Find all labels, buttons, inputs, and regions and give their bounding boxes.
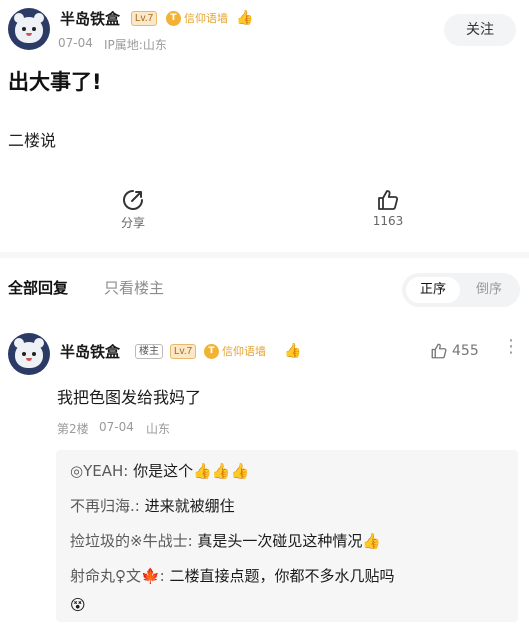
sub-reply-name[interactable]: 不再归海.: [70,497,140,515]
reply-badge-label: 信仰语墙 [222,345,266,358]
sub-reply-name[interactable]: 捡垃圾的※牛战士: [70,532,193,550]
sub-reply[interactable]: 捡垃圾的※牛战士: 真是头一次碰见这种情况👍 [70,530,381,551]
thumbs-up-icon: 👍 [236,10,254,26]
reply-level-badge: Lv.7 [170,344,197,359]
post-title: 出大事了! [8,70,102,94]
sort-toggle: 正序 倒序 [402,273,520,307]
thumbs-up-outline-icon [378,190,399,210]
sub-reply-continuation: 😵 [70,596,86,614]
level-badge: Lv.7 [131,11,158,26]
reply-like-button[interactable]: 455 [430,342,479,360]
sub-reply[interactable]: 不再归海.: 进来就被绷住 [70,495,235,516]
like-count: 1163 [372,214,404,228]
post-body: 二楼说 [8,131,57,150]
reply-fan-badge: T 信仰语墙 [204,343,266,359]
sub-reply-name[interactable]: 射命丸♀文🍁: [70,567,165,585]
badge-label: 信仰语墙 [184,12,228,25]
sub-replies-box[interactable]: ◎YEAH: 你是这个👍👍👍 不再归海.: 进来就被绷住 捡垃圾的※牛战士: 真… [56,450,518,622]
thumbs-up-outline-icon [431,343,447,359]
dizzy-face-icon: 😵 [70,596,86,614]
sort-ascending-button[interactable]: 正序 [406,277,460,303]
sub-reply-text: 二楼直接点题，你都不多水几贴吗 [164,567,395,585]
badge-icon: T [166,10,181,26]
author-name[interactable]: 半岛铁盒 [60,8,120,29]
section-divider [0,252,529,258]
post-date: 07-04 [58,36,93,50]
author-avatar[interactable] [8,8,50,50]
sub-reply-text: 真是头一次碰见这种情况👍 [192,532,382,550]
share-label: 分享 [120,216,145,230]
reply-location: 山东 [146,422,171,436]
sub-reply-text: 你是这个👍👍👍 [128,462,250,480]
reply-text: 我把色图发给我妈了 [57,388,202,407]
sub-reply[interactable]: ◎YEAH: 你是这个👍👍👍 [70,460,249,481]
more-options-icon[interactable]: ⋮ [502,338,520,356]
sub-reply-text: 进来就被绷住 [139,497,235,515]
follow-button[interactable]: 关注 [444,14,516,46]
reply-like-count: 455 [452,343,479,359]
reply-badge-icon: T [204,343,219,359]
op-tag: 楼主 [135,344,163,359]
reply-date: 07-04 [99,420,134,434]
tab-all-replies[interactable]: 全部回复 [8,277,68,298]
share-button[interactable]: 分享 [98,188,168,231]
tab-only-op[interactable]: 只看楼主 [104,277,164,298]
sub-reply-name[interactable]: ◎YEAH: [70,462,128,480]
sub-reply[interactable]: 射命丸♀文🍁: 二楼直接点题，你都不多水几贴吗 [70,565,395,586]
ip-location: IP属地:山东 [104,38,167,52]
like-button[interactable]: 1163 [353,188,423,228]
reply-author-avatar[interactable] [8,333,50,375]
reply-floor: 第2楼 [57,422,89,436]
share-icon [123,190,143,210]
sort-descending-button[interactable]: 倒序 [462,277,516,303]
reply-thumbs-up-icon: 👍 [284,343,302,359]
fan-badge: T 信仰语墙 [166,10,228,26]
reply-author-name[interactable]: 半岛铁盒 [60,341,120,362]
